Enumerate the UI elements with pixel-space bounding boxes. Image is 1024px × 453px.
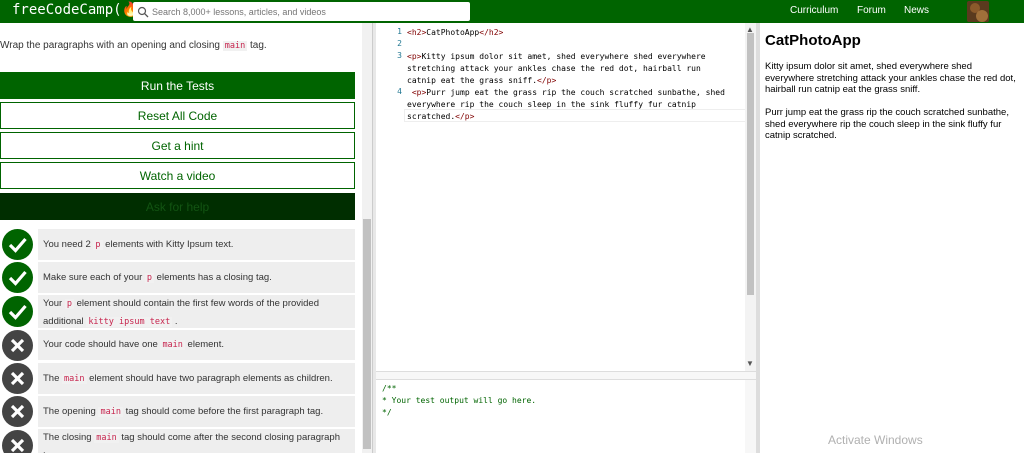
test-text: Your code should have one main element. [43,339,224,350]
search-icon [137,6,149,17]
get-hint-button[interactable]: Get a hint [0,132,355,159]
test-item: Your p element should contain the first … [0,295,356,328]
run-tests-button[interactable]: Run the Tests [0,72,355,99]
test-item: Your code should have one main element. [0,329,356,361]
code-line[interactable]: <p>Purr jump eat the grass rip the couch… [407,87,725,99]
test-text: You need 2 p elements with Kitty Ipsum t… [43,239,234,250]
output-line: * Your test output will go here. [382,396,537,405]
search-bar[interactable] [133,2,470,21]
fcc-app: freeCodeCamp(🔥) Curriculum Forum News Wr… [0,0,1024,453]
editor-scrollbar[interactable]: ▲ ▼ [745,23,756,371]
top-navbar: freeCodeCamp(🔥) Curriculum Forum News [0,0,1024,23]
test-item: The main element should have two paragra… [0,363,356,394]
reset-code-button[interactable]: Reset All Code [0,102,355,129]
test-text: The closing main tag should come after t… [43,432,340,453]
line-number: 1 [397,27,402,36]
output-line: */ [382,408,392,417]
activate-windows-watermark: Activate Windows [828,433,923,447]
nav-link-forum[interactable]: Forum [857,5,886,16]
nav-link-curriculum[interactable]: Curriculum [790,5,838,16]
search-input[interactable] [152,6,452,17]
preview-title: CatPhotoApp [765,32,861,49]
code-line[interactable]: everywhere rip the couch sleep in the si… [407,99,696,111]
code-line[interactable]: scratched.</p> [407,111,474,123]
line-number: 4 [397,87,402,96]
test-text: The opening main tag should come before … [43,406,324,417]
instructions-scrollbar[interactable] [362,23,372,453]
test-item: Make sure each of your p elements has a … [0,262,356,293]
code-editor[interactable]: 1 2 3 4 <h2>CatPhotoApp</h2> <p>Kitty ips… [376,23,756,371]
code-line[interactable]: <p>Kitty ipsum dolor sit amet, shed ever… [407,51,706,63]
test-pass-icon [2,262,33,293]
test-fail-icon [2,429,33,453]
test-text: Make sure each of your p elements has a … [43,272,272,283]
logo[interactable]: freeCodeCamp(🔥) [12,2,147,18]
test-fail-icon [2,396,33,427]
watch-video-button[interactable]: Watch a video [0,162,355,189]
output-line: /** [382,384,397,393]
code-line[interactable]: stretching attack your ankles chase the … [407,63,701,75]
scroll-down-icon[interactable]: ▼ [746,359,754,368]
ask-for-help-button[interactable]: Ask for help [0,193,355,220]
preview-paragraph-2: Purr jump eat the grass rip the couch sc… [765,107,1009,141]
test-fail-icon [2,329,33,361]
test-item: You need 2 p elements with Kitty Ipsum t… [0,229,356,260]
code-line[interactable]: catnip eat the grass sniff.</p> [407,75,556,87]
editor-gutter: 1 2 3 4 [376,23,404,371]
challenge-instructions: Wrap the paragraphs with an opening and … [0,40,267,51]
preview-paragraph-1: Kitty ipsum dolor sit amet, shed everywh… [765,61,1016,95]
test-text: Your p element should contain the first … [43,298,319,327]
line-number: 3 [397,51,402,60]
output-scrollbar[interactable] [745,380,756,453]
line-number: 2 [397,39,402,48]
test-item: The closing main tag should come after t… [0,429,356,453]
test-text: The main element should have two paragra… [43,373,333,384]
test-pass-icon [2,229,33,260]
nav-link-news[interactable]: News [904,5,929,16]
test-output: /** * Your test output will go here. */ [376,380,756,453]
test-pass-icon [2,296,33,327]
instructions-panel: Wrap the paragraphs with an opening and … [0,23,362,453]
test-item: The opening main tag should come before … [0,396,356,427]
editor-output-resizer[interactable] [376,371,756,380]
code-line[interactable]: <h2>CatPhotoApp</h2> [407,27,503,39]
avatar[interactable] [967,1,989,22]
preview-pane: CatPhotoApp Kitty ipsum dolor sit amet, … [760,23,1024,453]
test-fail-icon [2,363,33,394]
